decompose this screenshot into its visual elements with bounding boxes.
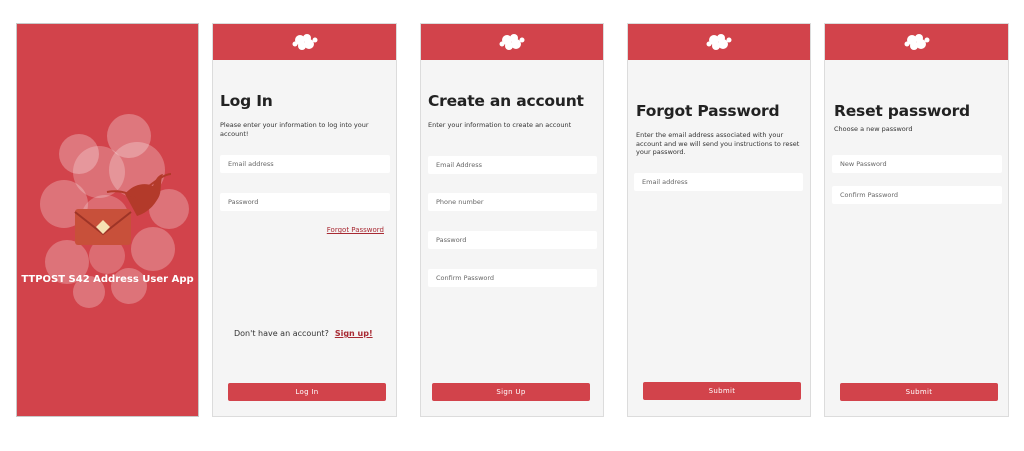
page-subtitle: Enter your information to create an acco…	[428, 121, 572, 129]
email-field[interactable]: Email address	[634, 173, 803, 191]
app-name: TTPOST S42 Address User App	[21, 274, 194, 285]
password-field[interactable]: Password	[220, 193, 390, 211]
page-title: Forgot Password	[636, 102, 780, 120]
login-button[interactable]: Log In	[228, 383, 386, 401]
page-subtitle: Please enter your information to log int…	[220, 121, 369, 138]
header-bar	[825, 24, 1008, 60]
password-field[interactable]: Password	[428, 231, 597, 249]
forgot-password-link[interactable]: Forgot Password	[327, 226, 384, 234]
page-subtitle: Choose a new password	[834, 125, 913, 133]
splash-screen: TTPOST S42 Address User App	[16, 23, 199, 417]
login-screen: Log In Please enter your information to …	[212, 23, 397, 417]
hummingbird-envelope-logo-icon	[40, 114, 189, 308]
signup-prompt: Don't have an account? Sign up!	[234, 329, 373, 338]
submit-button[interactable]: Submit	[840, 383, 998, 401]
signup-button[interactable]: Sign Up	[432, 383, 590, 401]
signup-link[interactable]: Sign up!	[335, 329, 373, 338]
email-field[interactable]: Email address	[220, 155, 390, 173]
flower-logo-icon	[904, 34, 929, 50]
forgot-password-screen: Forgot Password Enter the email address …	[627, 23, 811, 417]
flower-logo-icon	[292, 34, 317, 50]
flower-logo-icon	[706, 34, 732, 50]
email-field[interactable]: Email Address	[428, 156, 597, 174]
page-title: Reset password	[834, 102, 970, 120]
header-bar	[628, 24, 810, 60]
new-password-field[interactable]: New Password	[832, 155, 1002, 173]
signup-screen: Create an account Enter your information…	[420, 23, 604, 417]
header-bar	[213, 24, 396, 60]
phone-field[interactable]: Phone number	[428, 193, 597, 211]
confirm-password-field[interactable]: Confirm Password	[832, 186, 1002, 204]
reset-password-screen: Reset password Choose a new password New…	[824, 23, 1009, 417]
page-title: Log In	[220, 92, 273, 110]
no-account-text: Don't have an account?	[234, 329, 329, 338]
page-subtitle: Enter the email address associated with …	[636, 131, 800, 156]
submit-button[interactable]: Submit	[643, 382, 801, 400]
header-bar	[421, 24, 603, 60]
page-title: Create an account	[428, 92, 584, 110]
confirm-password-field[interactable]: Confirm Password	[428, 269, 597, 287]
flower-logo-icon	[499, 34, 525, 50]
